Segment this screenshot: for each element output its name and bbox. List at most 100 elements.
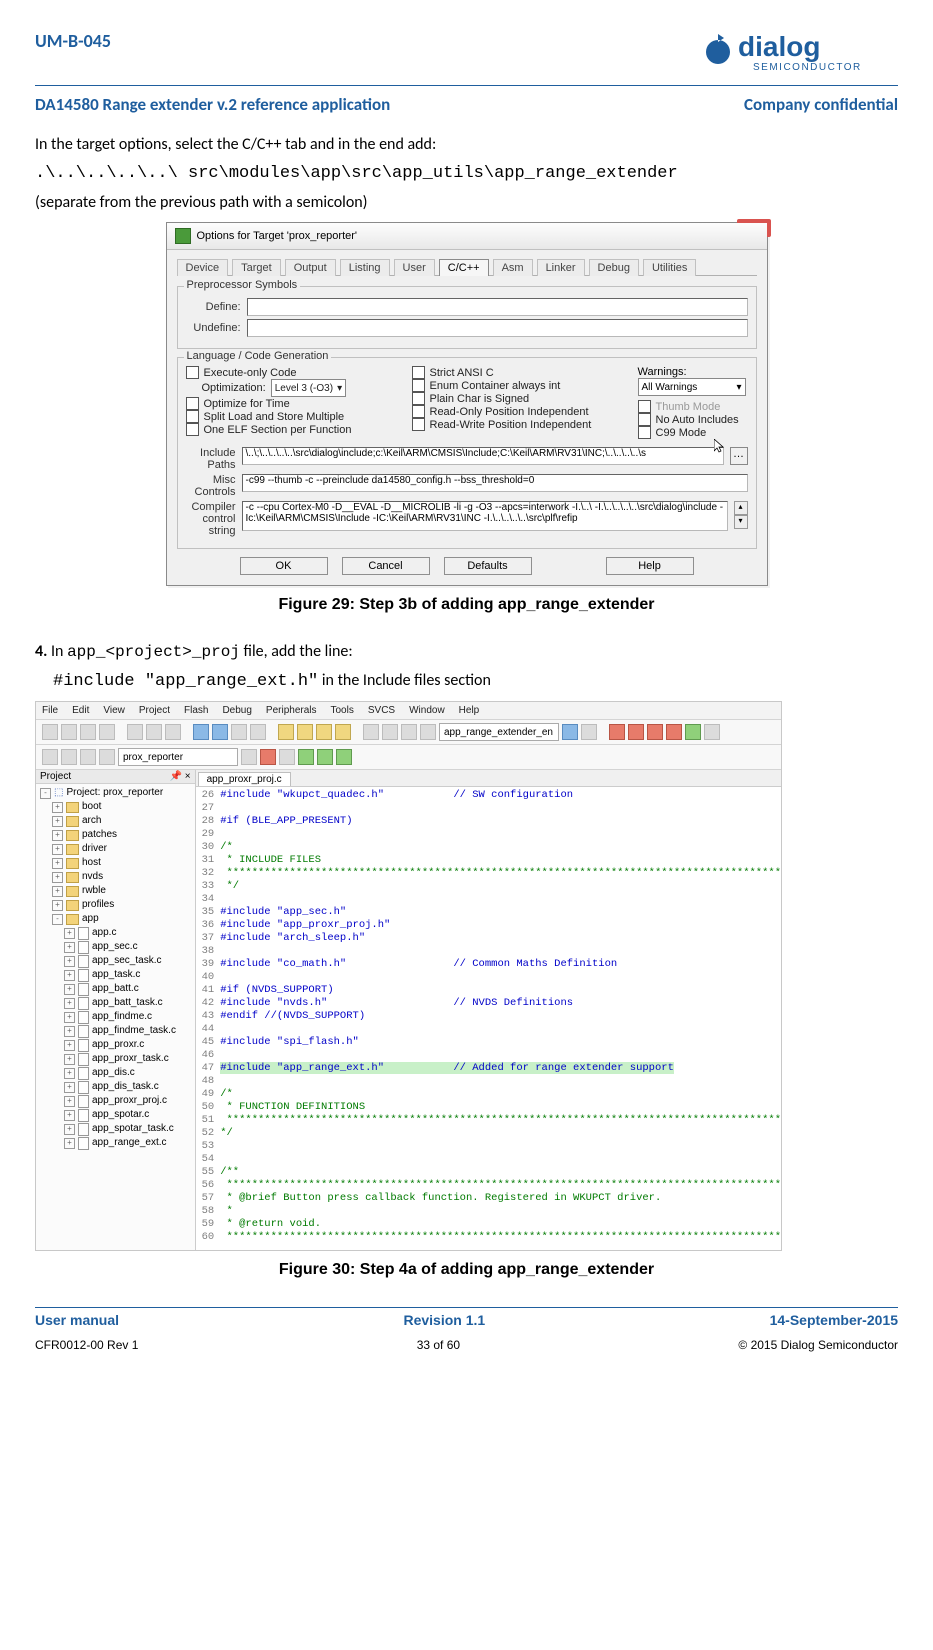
tree-folder[interactable]: +driver xyxy=(40,842,191,856)
checkbox-item[interactable]: Read-Only Position Independent xyxy=(412,405,626,418)
tab-device[interactable]: Device xyxy=(177,259,229,276)
checkbox-item[interactable]: Split Load and Store Multiple xyxy=(186,410,400,423)
tool-icon[interactable] xyxy=(401,724,417,740)
tool-icon[interactable] xyxy=(666,724,682,740)
open-file-combo[interactable]: app_range_extender_en xyxy=(439,723,559,741)
tree-file[interactable]: +app_proxr_task.c xyxy=(40,1052,191,1066)
menu-view[interactable]: View xyxy=(103,705,125,716)
tool-icon[interactable] xyxy=(42,724,58,740)
tab-asm[interactable]: Asm xyxy=(493,259,533,276)
menu-help[interactable]: Help xyxy=(459,705,480,716)
checkbox-item[interactable]: Execute-only Code xyxy=(186,366,400,379)
tool-icon[interactable] xyxy=(704,724,720,740)
tree-file[interactable]: +app_proxr.c xyxy=(40,1038,191,1052)
tool-icon[interactable] xyxy=(241,749,257,765)
tree-folder[interactable]: -app xyxy=(40,912,191,926)
tree-file[interactable]: +app_batt.c xyxy=(40,982,191,996)
menu-flash[interactable]: Flash xyxy=(184,705,208,716)
tool-icon[interactable] xyxy=(647,724,663,740)
defaults-button[interactable]: Defaults xyxy=(444,557,532,575)
tool-icon[interactable] xyxy=(99,724,115,740)
tree-file[interactable]: +app_batt_task.c xyxy=(40,996,191,1010)
tree-file[interactable]: +app_findme_task.c xyxy=(40,1024,191,1038)
menu-window[interactable]: Window xyxy=(409,705,445,716)
tool-icon[interactable] xyxy=(193,724,209,740)
tool-icon[interactable] xyxy=(336,749,352,765)
undefine-input[interactable] xyxy=(247,319,748,337)
tool-icon[interactable] xyxy=(61,749,77,765)
tab-c/c++[interactable]: C/C++ xyxy=(439,259,489,276)
tool-icon[interactable] xyxy=(279,749,295,765)
tool-icon[interactable] xyxy=(61,724,77,740)
tool-icon[interactable] xyxy=(278,724,294,740)
tab-linker[interactable]: Linker xyxy=(537,259,585,276)
editor-tab[interactable]: app_proxr_proj.c xyxy=(198,772,291,786)
tree-file[interactable]: +app_findme.c xyxy=(40,1010,191,1024)
tree-folder[interactable]: +profiles xyxy=(40,898,191,912)
tree-file[interactable]: +app.c xyxy=(40,926,191,940)
tab-target[interactable]: Target xyxy=(232,259,281,276)
tool-icon[interactable] xyxy=(99,749,115,765)
tab-listing[interactable]: Listing xyxy=(340,259,390,276)
tree-file[interactable]: +app_spotar.c xyxy=(40,1108,191,1122)
help-button[interactable]: Help xyxy=(606,557,694,575)
menu-edit[interactable]: Edit xyxy=(72,705,89,716)
target-combo[interactable]: prox_reporter xyxy=(118,748,238,766)
tree-folder[interactable]: +boot xyxy=(40,800,191,814)
tool-icon[interactable] xyxy=(80,724,96,740)
pin-icon[interactable]: 📌 × xyxy=(170,771,191,782)
ok-button[interactable]: OK xyxy=(240,557,328,575)
tree-root[interactable]: -⬚Project: prox_reporter xyxy=(40,786,191,800)
checkbox-item[interactable]: Optimize for Time xyxy=(186,397,400,410)
compiler-string-input[interactable]: -c --cpu Cortex-M0 -D__EVAL -D__MICROLIB… xyxy=(242,501,728,531)
menu-svcs[interactable]: SVCS xyxy=(368,705,395,716)
tree-file[interactable]: +app_dis.c xyxy=(40,1066,191,1080)
tool-icon[interactable] xyxy=(298,749,314,765)
tab-user[interactable]: User xyxy=(394,259,435,276)
tool-icon[interactable] xyxy=(562,724,578,740)
tab-output[interactable]: Output xyxy=(285,259,336,276)
tree-file[interactable]: +app_sec.c xyxy=(40,940,191,954)
checkbox-item[interactable]: One ELF Section per Function xyxy=(186,423,400,436)
checkbox-item[interactable]: No Auto Includes xyxy=(638,413,748,426)
tool-icon[interactable] xyxy=(685,724,701,740)
tree-file[interactable]: +app_spotar_task.c xyxy=(40,1122,191,1136)
scroll-up-icon[interactable]: ▴ xyxy=(734,501,748,515)
checkbox-item[interactable]: Strict ANSI C xyxy=(412,366,626,379)
scroll-down-icon[interactable]: ▾ xyxy=(734,515,748,529)
tool-icon[interactable] xyxy=(609,724,625,740)
tool-icon[interactable] xyxy=(297,724,313,740)
tool-icon[interactable] xyxy=(628,724,644,740)
tool-icon[interactable] xyxy=(363,724,379,740)
warnings-select[interactable]: All Warnings▾ xyxy=(638,378,746,396)
menu-file[interactable]: File xyxy=(42,705,58,716)
checkbox-item[interactable]: Read-Write Position Independent xyxy=(412,418,626,431)
tree-folder[interactable]: +rwble xyxy=(40,884,191,898)
tool-icon[interactable] xyxy=(127,724,143,740)
tool-icon[interactable] xyxy=(581,724,597,740)
checkbox-item[interactable]: Thumb Mode xyxy=(638,400,748,413)
tool-icon[interactable] xyxy=(260,749,276,765)
checkbox-item[interactable]: C99 Mode xyxy=(638,426,748,439)
browse-button[interactable]: … xyxy=(730,447,748,465)
tab-debug[interactable]: Debug xyxy=(589,259,639,276)
tool-icon[interactable] xyxy=(165,724,181,740)
menu-debug[interactable]: Debug xyxy=(222,705,251,716)
tree-folder[interactable]: +host xyxy=(40,856,191,870)
tool-icon[interactable] xyxy=(420,724,436,740)
tool-icon[interactable] xyxy=(316,724,332,740)
tool-icon[interactable] xyxy=(250,724,266,740)
tree-file[interactable]: +app_proxr_proj.c xyxy=(40,1094,191,1108)
include-paths-input[interactable]: \..\;\..\..\..\..\src\dialog\include;c:\… xyxy=(242,447,724,465)
menu-peripherals[interactable]: Peripherals xyxy=(266,705,317,716)
tool-icon[interactable] xyxy=(212,724,228,740)
tool-icon[interactable] xyxy=(335,724,351,740)
tree-file[interactable]: +app_sec_task.c xyxy=(40,954,191,968)
tool-icon[interactable] xyxy=(317,749,333,765)
tool-icon[interactable] xyxy=(382,724,398,740)
checkbox-item[interactable]: Plain Char is Signed xyxy=(412,392,626,405)
cancel-button[interactable]: Cancel xyxy=(342,557,430,575)
tool-icon[interactable] xyxy=(231,724,247,740)
tree-folder[interactable]: +nvds xyxy=(40,870,191,884)
tree-folder[interactable]: +patches xyxy=(40,828,191,842)
